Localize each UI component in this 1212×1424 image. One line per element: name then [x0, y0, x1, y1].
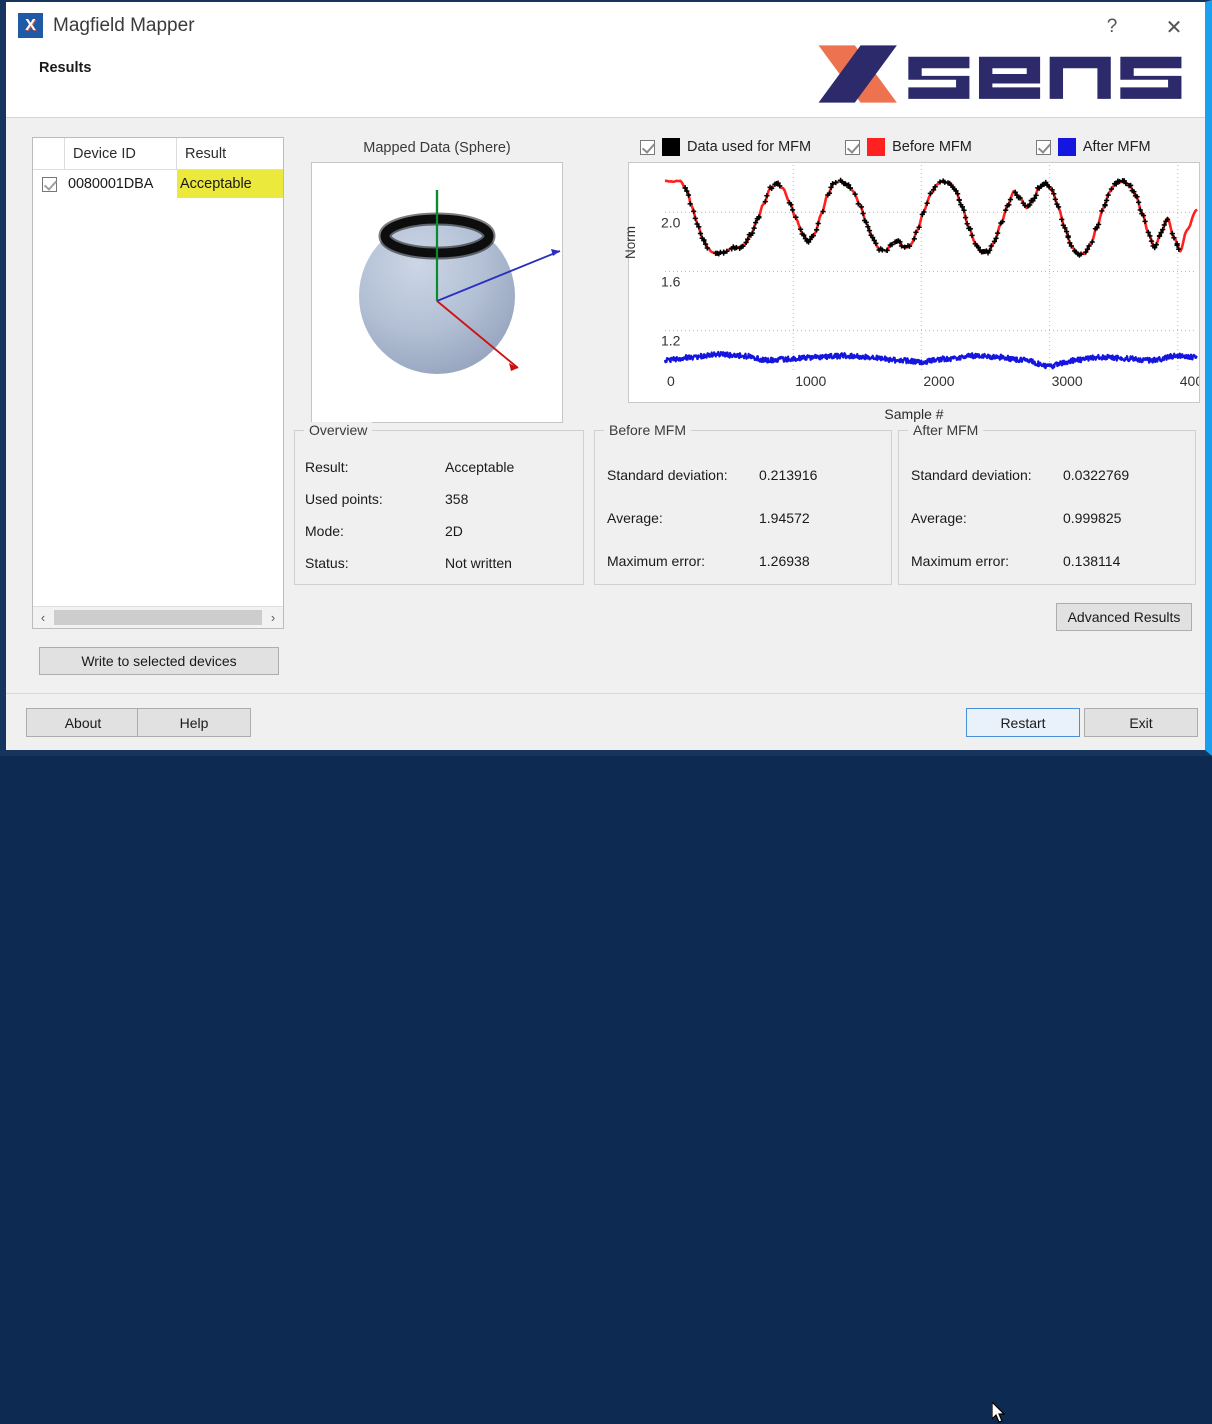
- overview-row-result: Result: Acceptable: [295, 451, 583, 483]
- help-button[interactable]: Help: [137, 708, 251, 737]
- legend-swatch-after-mfm: [1057, 138, 1076, 156]
- svg-text:1.2: 1.2: [661, 333, 681, 349]
- overview-value-status: Not written: [445, 555, 512, 571]
- before-mfm-title: Before MFM: [604, 422, 692, 438]
- chart-legend: Data used for MFM Before MFM After MFM: [628, 132, 1200, 162]
- after-mfm-value-avg: 0.999825: [1063, 509, 1122, 526]
- legend-swatch-before-mfm: [867, 138, 886, 156]
- after-mfm-row-std: Standard deviation: 0.0322769: [899, 453, 1195, 496]
- scroll-left-icon[interactable]: ‹: [33, 610, 53, 625]
- legend-checkbox-data-used[interactable]: [640, 139, 655, 155]
- after-mfm-value-std: 0.0322769: [1063, 466, 1130, 483]
- before-mfm-value-maxerr: 1.26938: [759, 552, 810, 569]
- overview-title: Overview: [304, 422, 373, 438]
- legend-swatch-data-used: [662, 138, 680, 156]
- cell-result: Acceptable: [177, 170, 283, 198]
- restart-button[interactable]: Restart: [966, 708, 1080, 737]
- app-icon-glyph: X: [25, 16, 36, 34]
- before-mfm-group: Before MFM Standard deviation: 0.213916 …: [594, 422, 892, 585]
- legend-item-after-mfm[interactable]: After MFM: [1035, 138, 1151, 156]
- mouse-cursor-icon: [992, 1402, 1006, 1423]
- after-mfm-group: After MFM Standard deviation: 0.0322769 …: [898, 422, 1196, 585]
- legend-item-data-used[interactable]: Data used for MFM: [640, 138, 811, 156]
- device-checkbox[interactable]: [41, 176, 57, 192]
- device-list-hscrollbar[interactable]: ‹ ›: [33, 606, 283, 628]
- after-mfm-label-avg: Average:: [911, 509, 967, 526]
- legend-checkbox-after-mfm[interactable]: [1035, 139, 1051, 155]
- app-logo-icon: X: [18, 13, 43, 38]
- overview-value-used-points: 358: [445, 491, 469, 507]
- after-mfm-row-maxerr: Maximum error: 0.138114: [899, 539, 1195, 582]
- chart-y-axis-label: Norm: [623, 226, 638, 259]
- overview-row-used-points: Used points: 358: [295, 483, 583, 515]
- main-content: Device ID Result 0080001DBA Acceptable ‹…: [6, 118, 1211, 693]
- legend-label-data-used: Data used for MFM: [687, 139, 812, 155]
- before-mfm-row-avg: Average: 1.94572: [595, 496, 891, 539]
- svg-text:3000: 3000: [1052, 373, 1083, 389]
- device-table-header: Device ID Result: [33, 138, 283, 170]
- norm-chart-section: Data used for MFM Before MFM After MFM 1…: [623, 132, 1211, 422]
- page-title: Results: [39, 60, 92, 76]
- after-mfm-row-avg: Average: 0.999825: [899, 496, 1195, 539]
- scrollbar-thumb[interactable]: [54, 610, 262, 625]
- column-header-result: Result: [185, 145, 227, 162]
- column-header-check: [33, 138, 65, 169]
- overview-label-result: Result:: [305, 459, 349, 475]
- write-to-selected-devices-button[interactable]: Write to selected devices: [39, 647, 279, 675]
- title-bar: X Magfield Mapper: [18, 13, 195, 38]
- xsens-logo: [818, 45, 1182, 103]
- before-mfm-label-maxerr: Maximum error:: [607, 552, 706, 569]
- cell-device-id: 0080001DBA: [68, 176, 154, 192]
- overview-label-used-points: Used points:: [305, 491, 383, 507]
- legend-label-before-mfm: Before MFM: [892, 139, 972, 155]
- svg-text:2.0: 2.0: [661, 214, 681, 230]
- sphere-title: Mapped Data (Sphere): [363, 140, 511, 156]
- overview-label-mode: Mode:: [305, 523, 344, 539]
- footer-bar: About Help Restart Exit: [6, 693, 1205, 1423]
- device-table-body: 0080001DBA Acceptable: [33, 170, 283, 606]
- mapped-data-sphere-section: Mapped Data (Sphere): [311, 140, 563, 423]
- after-mfm-value-maxerr: 0.138114: [1063, 552, 1121, 569]
- row-checkbox-cell[interactable]: [33, 170, 65, 198]
- before-mfm-value-avg: 1.94572: [759, 509, 810, 526]
- sphere-viewport[interactable]: [311, 162, 563, 423]
- overview-label-status: Status:: [305, 555, 349, 571]
- about-button[interactable]: About: [26, 708, 140, 737]
- sphere-3d-render: [359, 190, 561, 374]
- after-mfm-label-std: Standard deviation:: [911, 466, 1032, 483]
- chart-svg: 1.2 1.6 2.0 0 1000 2000 3000 4000: [661, 165, 1211, 389]
- after-mfm-label-maxerr: Maximum error:: [911, 552, 1010, 569]
- overview-row-status: Status: Not written: [295, 547, 583, 579]
- svg-text:1.6: 1.6: [661, 273, 681, 289]
- before-mfm-row-std: Standard deviation: 0.213916: [595, 453, 891, 496]
- legend-label-after-mfm: After MFM: [1082, 139, 1151, 155]
- window-header: X Magfield Mapper Results ? ✕: [6, 2, 1205, 118]
- legend-checkbox-before-mfm[interactable]: [845, 139, 861, 155]
- app-title: Magfield Mapper: [53, 14, 195, 36]
- before-mfm-value-std: 0.213916: [759, 466, 818, 483]
- svg-text:1000: 1000: [795, 373, 826, 389]
- overview-value-result: Acceptable: [445, 459, 515, 475]
- chart-plot-area[interactable]: 1.2 1.6 2.0 0 1000 2000 3000 4000 Norm: [623, 162, 1211, 403]
- table-row[interactable]: 0080001DBA Acceptable: [33, 170, 283, 198]
- before-mfm-label-avg: Average:: [607, 509, 663, 526]
- app-window: X Magfield Mapper Results ? ✕ Device ID …: [0, 0, 1212, 1423]
- before-mfm-label-std: Standard deviation:: [607, 466, 728, 483]
- overview-value-mode: 2D: [445, 523, 463, 539]
- before-mfm-row-maxerr: Maximum error: 1.26938: [595, 539, 891, 582]
- exit-button[interactable]: Exit: [1084, 708, 1198, 737]
- column-header-device-id: Device ID: [65, 138, 177, 169]
- scroll-right-icon[interactable]: ›: [263, 610, 283, 625]
- overview-group: Overview Result: Acceptable Used points:…: [294, 422, 584, 585]
- svg-text:0: 0: [667, 373, 675, 389]
- legend-item-before-mfm[interactable]: Before MFM: [845, 138, 972, 156]
- after-mfm-title: After MFM: [908, 422, 984, 438]
- overview-row-mode: Mode: 2D: [295, 515, 583, 547]
- chart-x-axis-label: Sample #: [884, 406, 944, 422]
- advanced-results-button[interactable]: Advanced Results: [1056, 603, 1192, 631]
- svg-text:2000: 2000: [923, 373, 954, 389]
- svg-text:4000: 4000: [1180, 373, 1199, 389]
- device-list-panel: Device ID Result 0080001DBA Acceptable ‹…: [32, 137, 284, 629]
